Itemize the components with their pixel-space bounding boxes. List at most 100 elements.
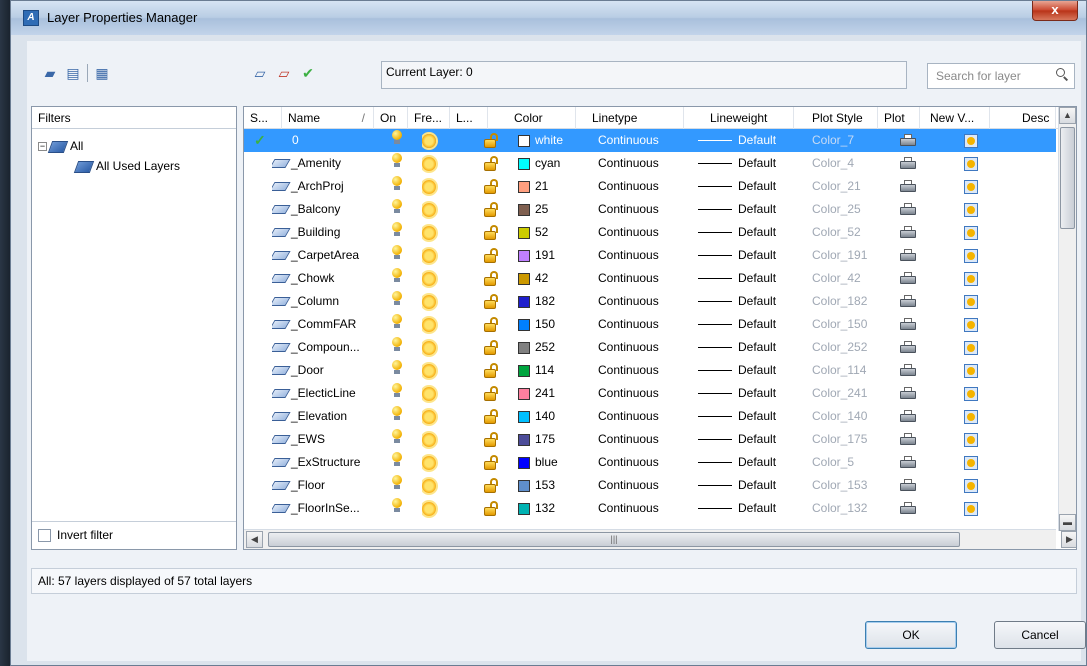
- new-vp-freeze-toggle[interactable]: [964, 474, 984, 497]
- lock-toggle[interactable]: [484, 244, 502, 267]
- freeze-toggle[interactable]: [422, 474, 440, 497]
- lock-toggle[interactable]: [484, 359, 502, 382]
- on-toggle[interactable]: [392, 359, 408, 382]
- layer-row[interactable]: _ElecticLine 241 Continuous Default Color_24…: [244, 382, 1056, 405]
- lineweight-cell[interactable]: Default: [698, 474, 798, 497]
- layer-name-cell[interactable]: _Balcony: [272, 198, 376, 221]
- on-toggle[interactable]: [392, 428, 408, 451]
- vertical-scrollbar[interactable]: ▲ ▬: [1058, 107, 1076, 531]
- scroll-down-icon[interactable]: ▬: [1059, 514, 1076, 531]
- layer-row[interactable]: _Amenity cyan Continuous Default Color_4: [244, 152, 1056, 175]
- linetype-cell[interactable]: Continuous: [598, 497, 688, 520]
- color-cell[interactable]: 252: [518, 336, 578, 359]
- lineweight-cell[interactable]: Default: [698, 428, 798, 451]
- set-current-icon[interactable]: ✔: [299, 65, 317, 81]
- lock-toggle[interactable]: [484, 336, 502, 359]
- lineweight-cell[interactable]: Default: [698, 244, 798, 267]
- layer-name-cell[interactable]: 0: [292, 129, 396, 152]
- lock-toggle[interactable]: [484, 267, 502, 290]
- lineweight-cell[interactable]: Default: [698, 359, 798, 382]
- lock-toggle[interactable]: [484, 198, 502, 221]
- color-cell[interactable]: blue: [518, 451, 578, 474]
- new-layer-icon[interactable]: ▱: [251, 65, 269, 81]
- plot-toggle[interactable]: [900, 198, 920, 221]
- new-group-filter-icon[interactable]: ▤: [64, 65, 82, 81]
- freeze-toggle[interactable]: [422, 290, 440, 313]
- lock-toggle[interactable]: [484, 451, 502, 474]
- layer-row[interactable]: ✓ 0 white Continuous Default Color_7: [244, 129, 1056, 152]
- layer-row[interactable]: _CarpetArea 191 Continuous Default Color_191: [244, 244, 1056, 267]
- color-cell[interactable]: white: [518, 129, 578, 152]
- linetype-cell[interactable]: Continuous: [598, 474, 688, 497]
- linetype-cell[interactable]: Continuous: [598, 152, 688, 175]
- search-input[interactable]: Search for layer: [927, 63, 1075, 89]
- new-vp-freeze-toggle[interactable]: [964, 382, 984, 405]
- linetype-cell[interactable]: Continuous: [598, 198, 688, 221]
- freeze-toggle[interactable]: [422, 313, 440, 336]
- freeze-toggle[interactable]: [422, 244, 440, 267]
- color-cell[interactable]: 140: [518, 405, 578, 428]
- lock-toggle[interactable]: [484, 474, 502, 497]
- lock-toggle[interactable]: [484, 382, 502, 405]
- on-toggle[interactable]: [392, 290, 408, 313]
- freeze-toggle[interactable]: [422, 451, 440, 474]
- freeze-toggle[interactable]: [422, 428, 440, 451]
- layer-row[interactable]: _Chowk 42 Continuous Default Color_42: [244, 267, 1056, 290]
- layer-row[interactable]: _EWS 175 Continuous Default Color_175: [244, 428, 1056, 451]
- lineweight-cell[interactable]: Default: [698, 221, 798, 244]
- plot-toggle[interactable]: [900, 129, 920, 152]
- linetype-cell[interactable]: Continuous: [598, 267, 688, 290]
- plot-toggle[interactable]: [900, 382, 920, 405]
- layer-name-cell[interactable]: _CommFAR: [272, 313, 376, 336]
- on-toggle[interactable]: [392, 267, 408, 290]
- lineweight-cell[interactable]: Default: [698, 336, 798, 359]
- on-toggle[interactable]: [392, 336, 408, 359]
- layer-name-cell[interactable]: _ExStructure: [272, 451, 376, 474]
- lock-toggle[interactable]: [484, 428, 502, 451]
- lineweight-cell[interactable]: Default: [698, 198, 798, 221]
- layer-row[interactable]: _Column 182 Continuous Default Color_182: [244, 290, 1056, 313]
- on-toggle[interactable]: [392, 129, 408, 152]
- new-vp-freeze-toggle[interactable]: [964, 267, 984, 290]
- on-toggle[interactable]: [392, 198, 408, 221]
- lineweight-cell[interactable]: Default: [698, 382, 798, 405]
- plot-toggle[interactable]: [900, 428, 920, 451]
- linetype-cell[interactable]: Continuous: [598, 336, 688, 359]
- layer-name-cell[interactable]: _Floor: [272, 474, 376, 497]
- layer-row[interactable]: _Balcony 25 Continuous Default Color_25: [244, 198, 1056, 221]
- plot-toggle[interactable]: [900, 497, 920, 520]
- color-cell[interactable]: 191: [518, 244, 578, 267]
- color-cell[interactable]: 114: [518, 359, 578, 382]
- scroll-up-icon[interactable]: ▲: [1059, 107, 1076, 124]
- column-on[interactable]: On: [374, 107, 408, 129]
- plot-toggle[interactable]: [900, 474, 920, 497]
- layer-name-cell[interactable]: _CarpetArea: [272, 244, 376, 267]
- delete-layer-icon[interactable]: ▱: [275, 65, 293, 81]
- new-vp-freeze-toggle[interactable]: [964, 290, 984, 313]
- scroll-left-icon[interactable]: ◀: [246, 531, 263, 548]
- layer-row[interactable]: _Door 114 Continuous Default Color_114: [244, 359, 1056, 382]
- color-cell[interactable]: 21: [518, 175, 578, 198]
- ok-button[interactable]: OK: [865, 621, 957, 649]
- linetype-cell[interactable]: Continuous: [598, 451, 688, 474]
- color-cell[interactable]: 153: [518, 474, 578, 497]
- on-toggle[interactable]: [392, 152, 408, 175]
- linetype-cell[interactable]: Continuous: [598, 290, 688, 313]
- color-cell[interactable]: 132: [518, 497, 578, 520]
- layer-row[interactable]: _Compoun... 252 Continuous Default Color_252: [244, 336, 1056, 359]
- linetype-cell[interactable]: Continuous: [598, 382, 688, 405]
- linetype-cell[interactable]: Continuous: [598, 244, 688, 267]
- column-plot[interactable]: Plot: [878, 107, 920, 129]
- color-cell[interactable]: 42: [518, 267, 578, 290]
- new-vp-freeze-toggle[interactable]: [964, 152, 984, 175]
- layer-row[interactable]: _FloorInSe... 132 Continuous Default Color_1…: [244, 497, 1056, 520]
- plot-toggle[interactable]: [900, 244, 920, 267]
- column-lineweight[interactable]: Lineweight: [684, 107, 794, 129]
- search-icon[interactable]: [1056, 68, 1069, 81]
- linetype-cell[interactable]: Continuous: [598, 221, 688, 244]
- on-toggle[interactable]: [392, 313, 408, 336]
- layer-row[interactable]: _ArchProj 21 Continuous Default Color_21: [244, 175, 1056, 198]
- color-cell[interactable]: 241: [518, 382, 578, 405]
- lock-toggle[interactable]: [484, 152, 502, 175]
- color-cell[interactable]: 25: [518, 198, 578, 221]
